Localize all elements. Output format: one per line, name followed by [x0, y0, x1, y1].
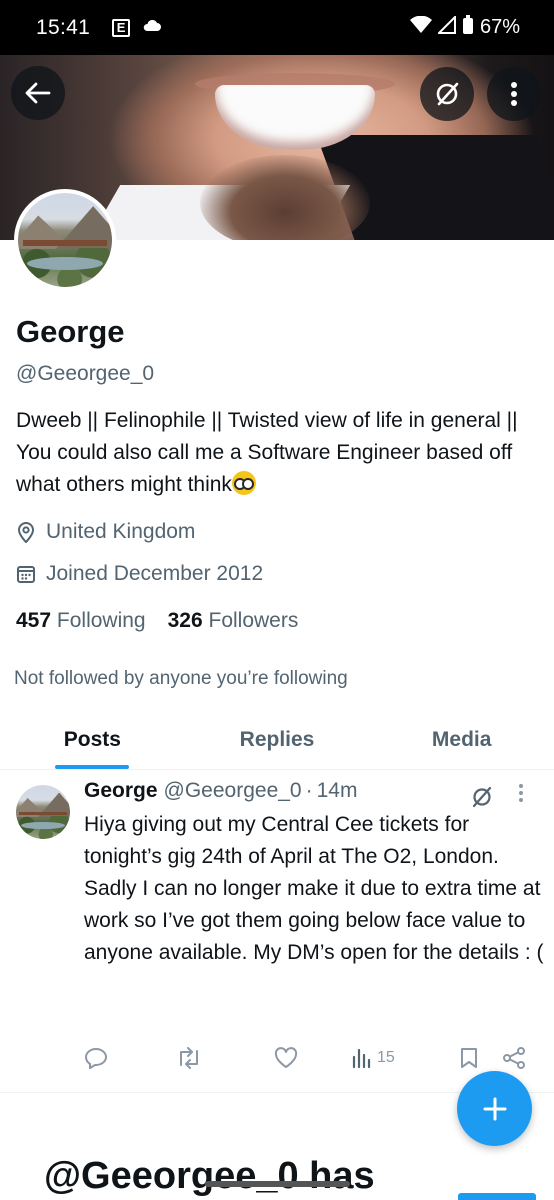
profile-join-date: Joined December 2012	[16, 562, 263, 586]
reply-button[interactable]	[84, 1047, 108, 1069]
following-count: 457	[16, 609, 52, 632]
post-separator: ·	[305, 779, 313, 802]
views-icon	[352, 1048, 371, 1069]
tab-replies-label: Replies	[239, 727, 315, 751]
tab-posts-label: Posts	[63, 727, 121, 751]
post-timestamp: 14m	[316, 779, 358, 802]
repost-icon	[180, 1047, 198, 1069]
followed-by-note: Not followed by anyone you’re following	[14, 668, 348, 689]
more-vertical-icon	[511, 82, 517, 106]
post-item[interactable]: George @Geeorgee_0 · 14m Hiya giving out…	[0, 771, 554, 1093]
reply-icon	[84, 1047, 108, 1069]
grok-button[interactable]	[420, 67, 474, 121]
like-button[interactable]	[274, 1047, 298, 1069]
nerd-face-emoji-icon	[231, 471, 256, 495]
location-text: United Kingdom	[46, 520, 196, 543]
tab-media-label: Media	[431, 727, 492, 751]
profile-location: United Kingdom	[16, 520, 195, 544]
battery-icon	[462, 15, 474, 40]
active-tab-indicator	[55, 765, 130, 769]
repost-button[interactable]	[176, 1047, 202, 1069]
post-author-name[interactable]: George	[84, 779, 158, 803]
calendar-icon	[17, 566, 35, 583]
share-button[interactable]	[502, 1047, 526, 1069]
share-icon	[503, 1047, 525, 1069]
post-text: Hiya giving out my Central Cee tickets f…	[84, 813, 544, 964]
follow-stats: 457 Following 326 Followers	[16, 609, 298, 633]
following-label: Following	[56, 609, 146, 632]
views-count: 15	[377, 1049, 395, 1066]
post-more-button[interactable]	[518, 783, 524, 808]
joined-text: Joined December 2012	[46, 562, 264, 585]
bookmark-icon	[461, 1048, 477, 1068]
signal-icon	[436, 14, 456, 39]
profile-bio: Dweeb || Felinophile || Twisted view of …	[16, 405, 536, 501]
tab-replies[interactable]: Replies	[185, 710, 370, 769]
more-vertical-icon	[519, 784, 523, 802]
followers-count: 326	[167, 609, 203, 632]
post-actions: 15	[84, 1047, 534, 1077]
following-link[interactable]: 457 Following	[16, 609, 146, 633]
grok-icon	[436, 82, 459, 106]
views-button[interactable]: 15	[351, 1047, 395, 1069]
battery-percent: 67%	[479, 16, 520, 38]
bottom-button-edge[interactable]	[458, 1193, 536, 1200]
back-button[interactable]	[11, 66, 65, 120]
compose-plus-icon	[483, 1097, 506, 1120]
tab-posts[interactable]: Posts	[0, 710, 185, 769]
profile-avatar[interactable]	[14, 189, 116, 291]
bookmark-button[interactable]	[460, 1047, 478, 1069]
post-avatar[interactable]	[16, 785, 70, 839]
bio-text: Dweeb || Felinophile || Twisted view of …	[16, 409, 518, 496]
status-indicators: 67%	[409, 14, 520, 40]
section-heading: @Geeorgee_0 has	[44, 1155, 375, 1197]
more-options-button[interactable]	[487, 67, 541, 121]
profile-handle: @Geeorgee_0	[16, 362, 155, 385]
cloud-icon	[142, 18, 162, 37]
followers-label: Followers	[208, 609, 299, 632]
profile-display-name: George	[16, 314, 125, 349]
app-notification-icon: E	[112, 18, 131, 37]
followers-link[interactable]: 326 Followers	[168, 609, 299, 633]
compose-button[interactable]	[457, 1071, 532, 1146]
post-header: George @Geeorgee_0 · 14m	[84, 779, 357, 803]
status-bar: 15:41 E 67%	[0, 0, 554, 55]
status-time: 15:41	[36, 15, 91, 39]
tab-media[interactable]: Media	[369, 710, 554, 769]
location-pin-icon	[17, 522, 35, 543]
post-author-handle[interactable]: @Geeorgee_0	[164, 779, 302, 803]
like-icon	[274, 1047, 298, 1068]
profile-tabs: Posts Replies Media	[0, 710, 554, 770]
grok-icon	[472, 786, 492, 808]
wifi-icon	[409, 15, 432, 39]
home-indicator[interactable]	[205, 1181, 350, 1187]
back-arrow-icon	[25, 82, 51, 104]
